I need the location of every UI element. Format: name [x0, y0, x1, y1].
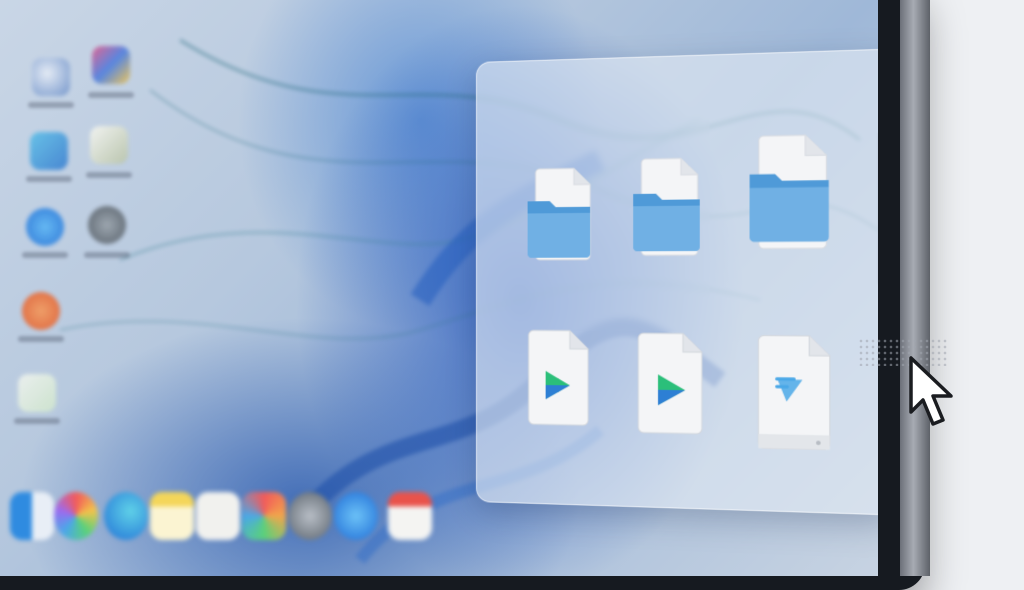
folder-with-document-icon	[633, 152, 700, 266]
blurred-app-icon[interactable]	[88, 206, 126, 244]
blurred-app-icon[interactable]	[92, 46, 130, 84]
finder-icon[interactable]	[10, 492, 54, 540]
desktop-icon-label	[28, 102, 74, 108]
monitor-edge	[900, 0, 930, 576]
photos-icon[interactable]	[242, 492, 286, 540]
desktop-icon-label	[22, 252, 68, 258]
desktop-icon-label	[84, 252, 130, 258]
desktop-icon-label	[88, 92, 134, 98]
blurred-app-icon[interactable]	[32, 58, 70, 96]
blurred-app-icon[interactable]	[90, 126, 128, 164]
desktop-screen	[0, 0, 878, 576]
notes-icon[interactable]	[150, 492, 194, 540]
cursor	[905, 354, 965, 438]
blurred-app-icon[interactable]	[22, 292, 60, 330]
presentation-file-item[interactable]	[751, 333, 842, 455]
document-icon[interactable]	[196, 492, 240, 540]
blurred-app-icon[interactable]	[18, 374, 56, 412]
edge-icon[interactable]	[104, 492, 148, 540]
desktop-icon-label	[14, 418, 60, 424]
blurred-app-icon[interactable]	[30, 132, 68, 170]
color-wheel-icon[interactable]	[54, 492, 98, 540]
folder-item[interactable]	[745, 130, 838, 255]
mouse-pointer-icon	[909, 356, 953, 426]
video-file-icon	[520, 324, 601, 437]
blurred-app-icon[interactable]	[26, 208, 64, 246]
app-store-icon[interactable]	[334, 492, 378, 540]
video-file-item[interactable]	[629, 329, 712, 443]
folder-item[interactable]	[627, 152, 710, 266]
folder-item[interactable]	[522, 160, 603, 272]
video-file-item[interactable]	[520, 324, 601, 437]
desktop-icon-label	[18, 336, 64, 342]
dock	[10, 484, 510, 554]
folder-with-document-icon	[749, 130, 829, 255]
settings-icon[interactable]	[288, 492, 332, 540]
folder-with-document-icon	[527, 160, 603, 272]
presentation-file-icon	[751, 333, 842, 455]
desktop-icon-label	[26, 176, 72, 182]
calendar-icon[interactable]	[388, 492, 432, 540]
folder-window[interactable]	[476, 48, 878, 516]
desktop-icon-label	[86, 172, 132, 178]
video-file-icon	[629, 329, 712, 443]
